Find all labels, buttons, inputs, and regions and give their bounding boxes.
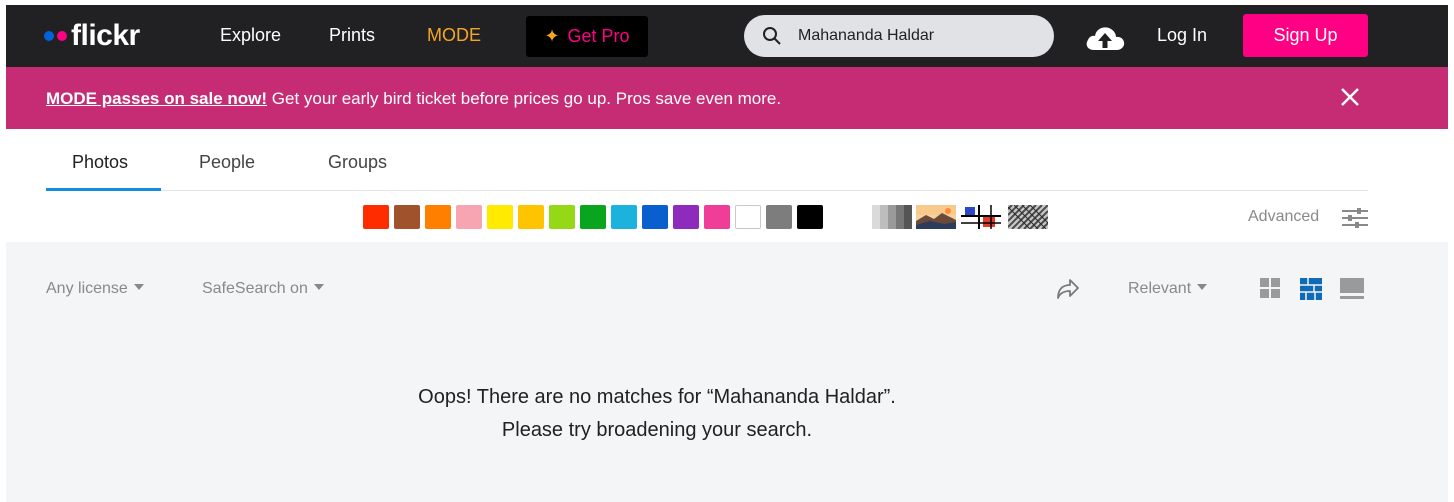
safesearch-label: SafeSearch on <box>202 280 308 297</box>
license-filter-dropdown[interactable]: Any license <box>46 280 144 298</box>
no-results-hint: Please try broadening your search. <box>501 419 813 441</box>
close-icon[interactable] <box>1340 87 1360 107</box>
nav-explore-link[interactable]: Explore <box>220 25 281 46</box>
tab-people[interactable]: People <box>199 152 255 173</box>
chevron-down-icon <box>133 284 144 290</box>
logo-pink-dot <box>57 31 67 41</box>
color-swatch-green[interactable] <box>580 205 606 229</box>
color-swatch-cyan[interactable] <box>611 205 637 229</box>
color-swatch-white[interactable] <box>735 205 761 229</box>
login-link[interactable]: Log In <box>1157 25 1207 46</box>
grid-view-icon[interactable] <box>1260 278 1280 298</box>
color-swatch-purple[interactable] <box>673 205 699 229</box>
search-icon[interactable] <box>762 26 782 46</box>
justified-view-icon[interactable] <box>1300 278 1322 300</box>
flickr-search-page: flickr Explore Prints MODE ✦ Get Pro Log… <box>6 5 1448 502</box>
shallow-depth-style-icon[interactable] <box>916 205 956 229</box>
banner-mode-link[interactable]: MODE passes on sale now! <box>46 89 267 108</box>
promo-banner: MODE passes on sale now! Get your early … <box>6 67 1448 129</box>
sort-label: Relevant <box>1128 280 1192 297</box>
color-swatch-black[interactable] <box>797 205 823 229</box>
share-icon[interactable] <box>1056 278 1080 300</box>
signup-button[interactable]: Sign Up <box>1243 14 1368 57</box>
tab-photos[interactable]: Photos <box>72 152 128 173</box>
active-tab-indicator <box>46 188 161 191</box>
color-swatch-orange[interactable] <box>425 205 451 229</box>
tab-groups[interactable]: Groups <box>328 152 387 173</box>
patterns-style-icon[interactable] <box>1008 205 1048 229</box>
tabs-divider <box>46 190 1368 191</box>
nav-prints-link[interactable]: Prints <box>329 25 375 46</box>
safesearch-dropdown[interactable]: SafeSearch on <box>202 280 324 298</box>
get-pro-label: Get Pro <box>567 26 630 46</box>
chevron-down-icon <box>1197 284 1208 290</box>
color-swatch-red[interactable] <box>363 205 389 229</box>
color-swatch-lime[interactable] <box>549 205 575 229</box>
logo-text: flickr <box>71 19 140 52</box>
chevron-down-icon <box>313 284 324 290</box>
sort-dropdown[interactable]: Relevant <box>1128 280 1208 298</box>
logo-blue-dot <box>44 31 54 41</box>
sparkle-icon: ✦ <box>544 26 560 46</box>
nav-mode-link[interactable]: MODE <box>427 25 481 46</box>
minimalism-style-icon[interactable] <box>961 205 1001 229</box>
flickr-logo[interactable]: flickr <box>44 19 140 53</box>
advanced-search-link[interactable]: Advanced <box>1248 208 1319 226</box>
top-navigation-bar: flickr Explore Prints MODE ✦ Get Pro Log… <box>6 5 1448 67</box>
color-swatch-magenta[interactable] <box>704 205 730 229</box>
black-and-white-style-icon[interactable] <box>872 205 912 229</box>
license-filter-label: Any license <box>46 280 128 297</box>
no-results-message: Oops! There are no matches for “Mahanand… <box>418 386 896 408</box>
banner-text: Get your early bird ticket before prices… <box>267 89 782 108</box>
get-pro-button[interactable]: ✦ Get Pro <box>526 16 648 57</box>
color-swatch-yellow[interactable] <box>487 205 513 229</box>
color-swatch-blue[interactable] <box>642 205 668 229</box>
color-swatch-brown[interactable] <box>394 205 420 229</box>
color-swatch-gray[interactable] <box>766 205 792 229</box>
list-view-icon[interactable] <box>1340 278 1364 300</box>
color-swatch-gold[interactable] <box>518 205 544 229</box>
advanced-sliders-icon[interactable] <box>1342 207 1368 229</box>
search-input[interactable] <box>798 25 1038 47</box>
color-swatch-pink[interactable] <box>456 205 482 229</box>
upload-cloud-icon[interactable] <box>1084 23 1126 53</box>
banner-message: MODE passes on sale now! Get your early … <box>46 89 781 109</box>
search-box <box>744 15 1054 57</box>
